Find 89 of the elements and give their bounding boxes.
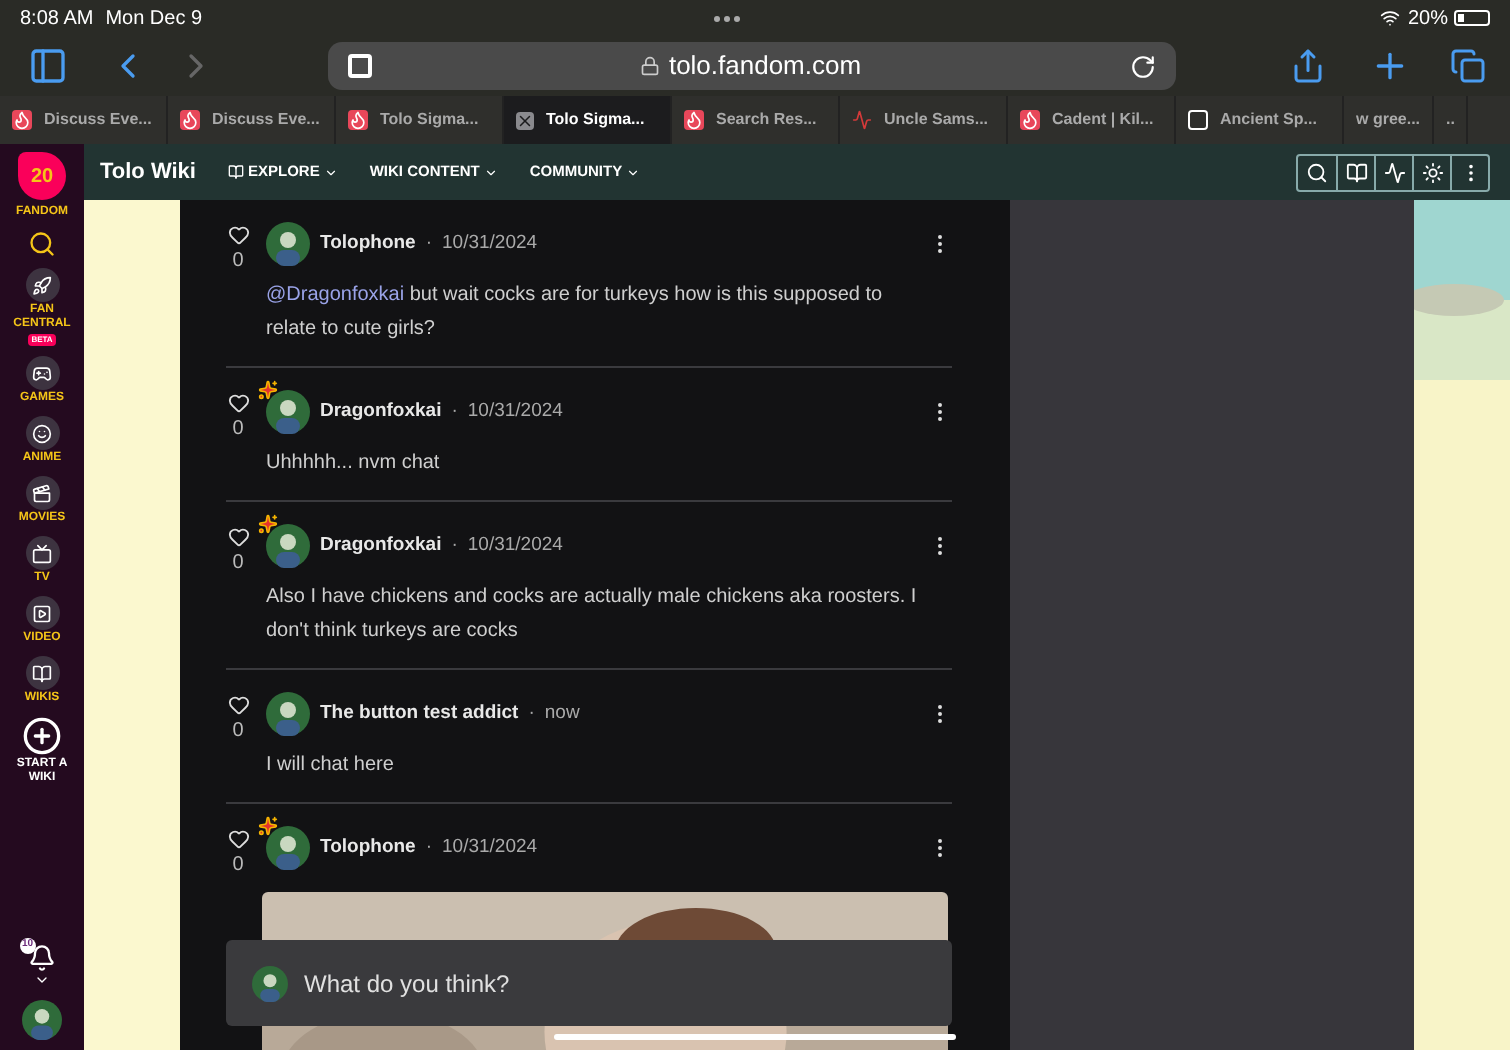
user-avatar[interactable] — [266, 524, 310, 568]
user-avatar[interactable] — [266, 826, 310, 870]
comment-time: 10/31/2024 — [442, 229, 538, 258]
rail-icon[interactable] — [25, 416, 59, 450]
comment-author[interactable]: Dragonfoxkai — [320, 531, 442, 561]
like-count: 0 — [232, 248, 244, 276]
browser-tab[interactable]: w gree... — [1344, 96, 1435, 144]
logo-icon — [852, 110, 872, 130]
browser-tab[interactable]: .. — [1434, 96, 1469, 144]
user-avatar[interactable] — [252, 965, 288, 1001]
star-badge-icon — [258, 514, 278, 534]
comment-time: 10/31/2024 — [442, 833, 538, 862]
rail-icon[interactable] — [25, 536, 59, 570]
like-count: 0 — [232, 416, 244, 444]
separator-dot: · — [451, 531, 458, 560]
notifications-icon[interactable] — [28, 944, 56, 972]
like-count: 0 — [232, 852, 244, 880]
browser-tab[interactable]: Tolo Sigma... — [504, 96, 672, 144]
comment-text: I will chat here — [266, 752, 396, 780]
more-dots-icon[interactable] — [713, 15, 740, 21]
rail-icon[interactable] — [25, 476, 59, 510]
browser-tab[interactable]: Cadent | Kil... — [1008, 96, 1176, 144]
battery-icon — [1454, 10, 1490, 26]
flame-icon — [180, 110, 200, 130]
user-avatar[interactable] — [266, 390, 310, 434]
like-count: 0 — [232, 550, 244, 578]
rail-icon[interactable] — [25, 268, 59, 302]
reload-icon[interactable] — [1130, 53, 1157, 79]
lock-icon — [640, 56, 661, 76]
reader-icon[interactable] — [348, 54, 372, 78]
status-date: Mon Dec 9 — [105, 5, 203, 33]
browser-tab[interactable]: Uncle Sams... — [840, 96, 1008, 144]
like-icon[interactable] — [227, 224, 249, 246]
status-time: 8:08 AM — [20, 5, 94, 33]
comment-text: Also I have chickens and cocks are actually male chickens aka roosters. I don't think turkeys are cocks — [266, 584, 919, 646]
browser-tab[interactable]: Tolo Sigma... — [336, 96, 504, 144]
flame-icon — [1020, 110, 1040, 130]
like-icon[interactable] — [227, 392, 249, 414]
user-avatar[interactable] — [22, 1000, 62, 1040]
browser-tab[interactable]: Discuss Eve... — [168, 96, 336, 144]
separator-dot: · — [528, 699, 535, 728]
comment-time: 10/31/2024 — [467, 531, 563, 560]
rail-icon[interactable] — [25, 356, 59, 390]
star-badge-icon — [258, 380, 278, 400]
comment-field[interactable]: What do you think? — [304, 965, 926, 1001]
book-icon — [227, 164, 244, 180]
star-badge-icon — [258, 816, 278, 836]
flame-icon — [348, 110, 368, 130]
caret-icon — [483, 165, 498, 179]
like-icon[interactable] — [227, 526, 249, 548]
url-text: tolo.fandom.com — [668, 48, 862, 85]
address-bar[interactable]: tolo.fandom.com — [328, 42, 1176, 90]
caret-icon — [323, 165, 338, 179]
browser-tab[interactable]: Ancient Sp... — [1176, 96, 1344, 144]
wifi-icon — [1379, 8, 1400, 28]
browser-tab[interactable]: Search Res... — [672, 96, 840, 144]
comment-time: now — [544, 699, 580, 728]
comment-input[interactable]: What do you think? — [226, 940, 952, 1026]
rail-icon[interactable] — [25, 596, 59, 630]
wiki-title[interactable]: Tolo Wiki — [100, 155, 196, 189]
battery-level: 20% — [1407, 5, 1448, 33]
share-icon[interactable] — [1290, 48, 1326, 84]
chevron-icon[interactable] — [34, 972, 50, 988]
comment-author[interactable]: Tolophone — [320, 833, 416, 863]
caret-icon — [626, 165, 641, 179]
comment-time: 10/31/2024 — [467, 397, 563, 426]
comment-author[interactable]: Dragonfoxkai — [320, 397, 442, 427]
comment-text: Uhhhhh... nvm chat — [266, 450, 442, 478]
comment-author[interactable]: Tolophone — [320, 229, 416, 259]
separator-dot: · — [425, 833, 433, 862]
search-icon[interactable] — [28, 230, 56, 258]
flame-icon — [12, 110, 32, 130]
comment-author[interactable]: The button test addict — [320, 699, 519, 729]
user-avatar[interactable] — [266, 692, 310, 736]
like-icon[interactable] — [227, 694, 249, 716]
close-icon[interactable] — [516, 111, 534, 129]
add-icon[interactable] — [22, 716, 62, 756]
tabs-icon[interactable] — [1450, 48, 1486, 84]
browser-tab[interactable]: Discuss Eve... — [0, 96, 168, 144]
flame-icon — [684, 110, 704, 130]
rail-icon[interactable] — [25, 656, 59, 690]
sidebar-icon[interactable] — [28, 46, 68, 86]
comment-text: @Dragonfoxkai but wait cocks are for turkeys how is this supposed to relate to cute girls? — [266, 282, 885, 344]
mention-link[interactable]: @Dragonfoxkai — [266, 284, 405, 306]
like-icon[interactable] — [227, 828, 249, 850]
user-avatar[interactable] — [266, 222, 310, 266]
like-count: 0 — [232, 718, 244, 746]
separator-dot: · — [451, 397, 458, 426]
separator-dot: · — [425, 229, 433, 258]
